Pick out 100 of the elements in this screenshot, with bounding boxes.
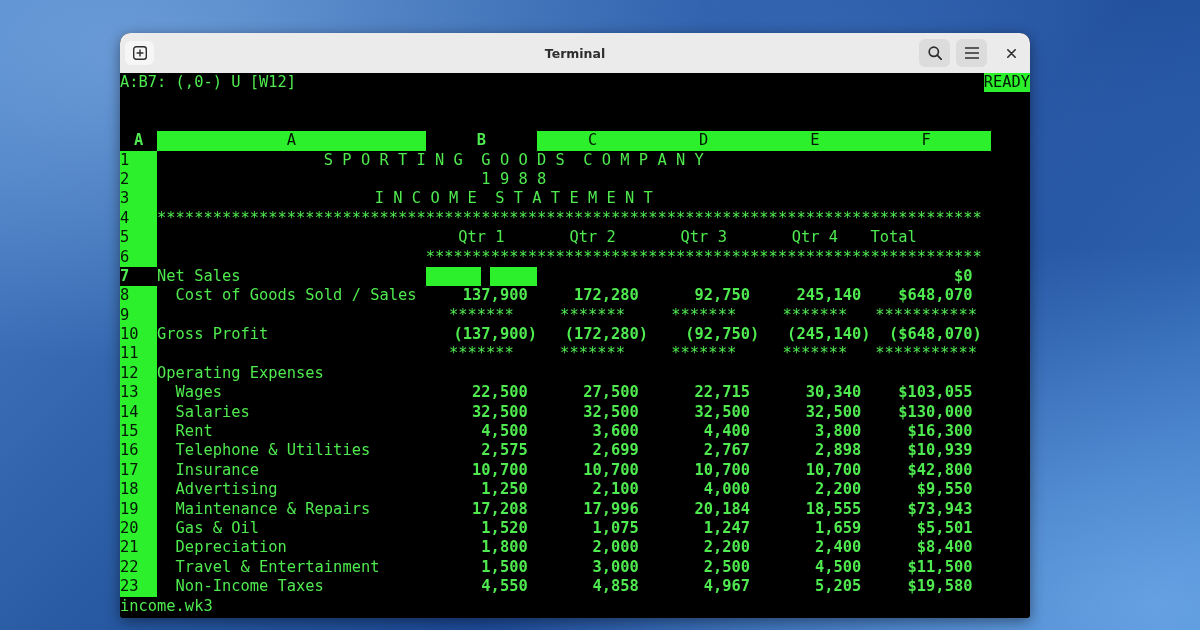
title-text: 1 9 8 8: [481, 169, 547, 188]
row-label: Gross Profit: [157, 325, 269, 344]
window-title: Terminal: [544, 45, 606, 61]
new-tab-button[interactable]: [125, 41, 154, 65]
amount-value: 17,208: [472, 499, 528, 518]
row-label: Salaries: [175, 402, 250, 421]
amount-value: 4,000: [703, 480, 751, 499]
amount-value: $19,580: [907, 577, 973, 596]
column-title: Total: [870, 228, 917, 247]
row-number: 15: [120, 422, 158, 442]
amount-value: 10,700: [472, 460, 528, 479]
row-number: 21: [120, 538, 158, 558]
row-label: Rent: [175, 422, 213, 441]
amount-value: 32,500: [805, 402, 862, 421]
amount-value: 32,500: [694, 402, 751, 421]
row-label: Maintenance & Repairs: [175, 499, 371, 518]
amount-value: 2,000: [592, 538, 639, 557]
amount-value: 172,280: [574, 286, 639, 305]
amount-value: 10,700: [805, 460, 862, 479]
amount-value: 2,767: [703, 441, 751, 460]
amount-value: 92,750: [694, 286, 751, 305]
amount-value: $10,939: [907, 441, 973, 460]
row-label: Insurance: [175, 460, 259, 479]
amount-value: $9,550: [916, 480, 973, 499]
amount-value: (92,750): [685, 325, 760, 344]
amount-value: 2,200: [703, 538, 751, 557]
column-header: A: [157, 131, 426, 151]
new-tab-icon: [132, 46, 147, 60]
amount-value: 3,000: [592, 557, 639, 576]
amount-value: 4,500: [481, 422, 528, 441]
menu-button[interactable]: [956, 39, 987, 67]
row-number: 20: [120, 519, 158, 539]
amount-value: 4,858: [592, 577, 639, 596]
asterisk-rule: ***********: [875, 344, 978, 363]
amount-value: 18,555: [805, 499, 862, 518]
amount-value: (245,140): [787, 325, 871, 344]
asterisk-rule: *******: [448, 305, 514, 324]
sheet-letter: A: [133, 131, 144, 150]
column-title: Qtr 4: [791, 228, 839, 247]
row-number: 5: [120, 228, 158, 248]
amount-value: (172,280): [564, 325, 649, 344]
amount-value: 10,700: [583, 460, 639, 479]
amount-value: 4,500: [814, 557, 862, 576]
amount-value: 2,575: [481, 441, 528, 460]
amount-value: $42,800: [907, 460, 973, 479]
row-number: 10: [120, 325, 158, 345]
row-label: Advertising: [175, 480, 278, 499]
amount-value: $73,943: [907, 499, 973, 518]
amount-value: 245,140: [796, 286, 862, 305]
column-header: E: [759, 131, 871, 151]
amount-value: $130,000: [898, 402, 973, 421]
file-name: income.wk3: [120, 596, 213, 615]
amount-value: 1,250: [481, 480, 528, 499]
row-label: Telephone & Utilities: [175, 441, 371, 460]
asterisk-rule: *******: [671, 344, 737, 363]
column-title: Qtr 2: [569, 228, 616, 247]
row-label: Cost of Goods Sold / Sales: [175, 286, 417, 305]
row-number: 11: [120, 344, 158, 364]
amount-value: 1,075: [592, 519, 639, 537]
row-label: Wages: [175, 383, 222, 402]
row-label: Operating Expenses: [157, 363, 324, 382]
column-header: C: [536, 131, 649, 151]
asterisk-rule: ***********: [875, 305, 978, 324]
amount-value: 2,898: [814, 441, 862, 460]
amount-value: 1,800: [481, 538, 528, 557]
menu-icon: [964, 47, 979, 59]
row-label: Net Sales: [157, 266, 241, 285]
cell-status-text: A:B7: (,0-) U [W12]: [120, 73, 297, 93]
column-title: Qtr 1: [458, 228, 505, 247]
row-label: Non-Income Taxes: [175, 577, 324, 596]
amount-value: 2,100: [592, 480, 639, 499]
amount-value: $648,070: [898, 286, 973, 305]
amount-value: 17,996: [583, 499, 639, 518]
amount-value: $11,500: [907, 557, 973, 576]
amount-value: 10,700: [694, 460, 751, 479]
amount-value: 3,600: [592, 422, 639, 441]
amount-value: 1,500: [481, 557, 528, 576]
amount-value: 1,520: [481, 519, 528, 537]
column-title: Qtr 3: [680, 228, 727, 247]
row-number: 13: [120, 383, 158, 403]
amount-value: 1,247: [703, 519, 751, 537]
row-label: Gas & Oil: [175, 519, 259, 537]
amount-value: 22,715: [694, 383, 751, 402]
amount-value: 4,967: [703, 577, 751, 596]
search-button[interactable]: [919, 39, 950, 67]
asterisk-rule: *******: [560, 344, 625, 363]
asterisk-rule: *******: [782, 344, 848, 363]
row-number: 18: [120, 480, 158, 500]
row-number: 1: [120, 150, 158, 170]
asterisk-rule: *******: [560, 305, 625, 324]
title-text: I N C O M E S T A T E M E N T: [374, 189, 653, 208]
amount-value: $8,400: [916, 538, 973, 557]
title-text: S P O R T I N G G O O D S C O M P A N Y: [323, 150, 704, 169]
amount-value: $103,055: [898, 383, 973, 402]
amount-value: 27,500: [583, 383, 639, 402]
row-label: Travel & Entertainment: [175, 557, 380, 576]
asterisk-rule: *******: [448, 344, 514, 363]
asterisk-rule: ************************************************************: [425, 247, 982, 266]
row-number: 16: [120, 441, 158, 461]
amount-value: (137,900): [453, 325, 537, 344]
